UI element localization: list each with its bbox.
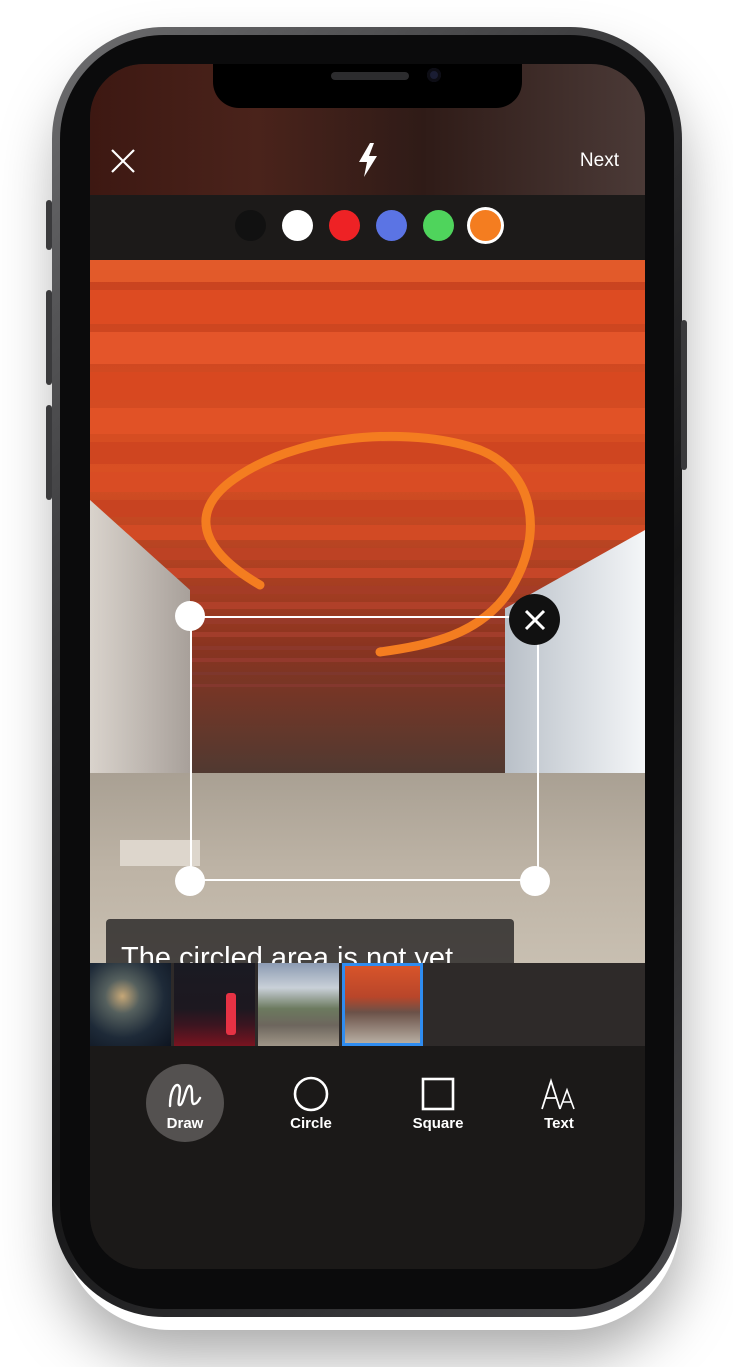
circle-tool-label: Circle	[290, 1114, 332, 1132]
front-camera	[427, 68, 441, 82]
square-icon	[421, 1075, 455, 1113]
color-palette	[90, 195, 645, 260]
selection-box[interactable]	[190, 616, 539, 881]
color-swatch-red[interactable]	[329, 210, 360, 241]
thumbnail-photo-selected[interactable]	[342, 963, 423, 1046]
app-screen: Next The circled area is not yet Draw Ci…	[90, 64, 645, 1269]
square-tool-label: Square	[412, 1114, 464, 1132]
flash-button[interactable]	[354, 142, 382, 178]
close-icon	[111, 149, 135, 173]
draw-tool-label: Draw	[166, 1114, 204, 1132]
color-swatch-blue[interactable]	[376, 210, 407, 241]
square-tool-button[interactable]: Square	[399, 1064, 477, 1142]
resize-handle-bottom-right[interactable]	[520, 866, 550, 896]
thumbnail-figure	[226, 993, 236, 1035]
circle-tool-button[interactable]: Circle	[272, 1064, 350, 1142]
top-bar: Next	[90, 64, 645, 195]
close-icon	[524, 609, 545, 630]
draw-tool-button[interactable]: Draw	[146, 1064, 224, 1142]
thumbnail-photo[interactable]	[174, 963, 255, 1046]
speaker	[331, 72, 409, 80]
thumbnail-strip	[90, 963, 645, 1046]
annotation-caption[interactable]: The circled area is not yet inspected	[106, 919, 514, 963]
text-tool-button[interactable]: Text	[520, 1064, 598, 1142]
notch	[213, 64, 522, 108]
text-tool-label: Text	[544, 1114, 574, 1132]
power-button	[681, 320, 687, 470]
color-swatch-black[interactable]	[235, 210, 266, 241]
resize-handle-bottom-left[interactable]	[175, 866, 205, 896]
draw-icon	[166, 1075, 204, 1113]
volume-up-button	[46, 290, 52, 385]
circle-icon	[292, 1075, 330, 1113]
resize-handle-top-left[interactable]	[175, 601, 205, 631]
text-icon	[540, 1075, 578, 1113]
delete-annotation-button[interactable]	[509, 594, 560, 645]
color-swatch-white[interactable]	[282, 210, 313, 241]
photo-canvas[interactable]: The circled area is not yet inspected	[90, 260, 645, 963]
volume-down-button	[46, 405, 52, 500]
tool-bar: Draw Circle Square Text	[90, 1046, 645, 1269]
color-swatch-orange[interactable]	[470, 210, 501, 241]
flash-icon	[359, 143, 377, 177]
thumbnail-photo[interactable]	[258, 963, 339, 1046]
close-button[interactable]	[108, 146, 138, 176]
color-swatch-green[interactable]	[423, 210, 454, 241]
thumbnail-photo[interactable]	[90, 963, 171, 1046]
next-button[interactable]: Next	[580, 150, 619, 172]
mute-switch	[46, 200, 52, 250]
